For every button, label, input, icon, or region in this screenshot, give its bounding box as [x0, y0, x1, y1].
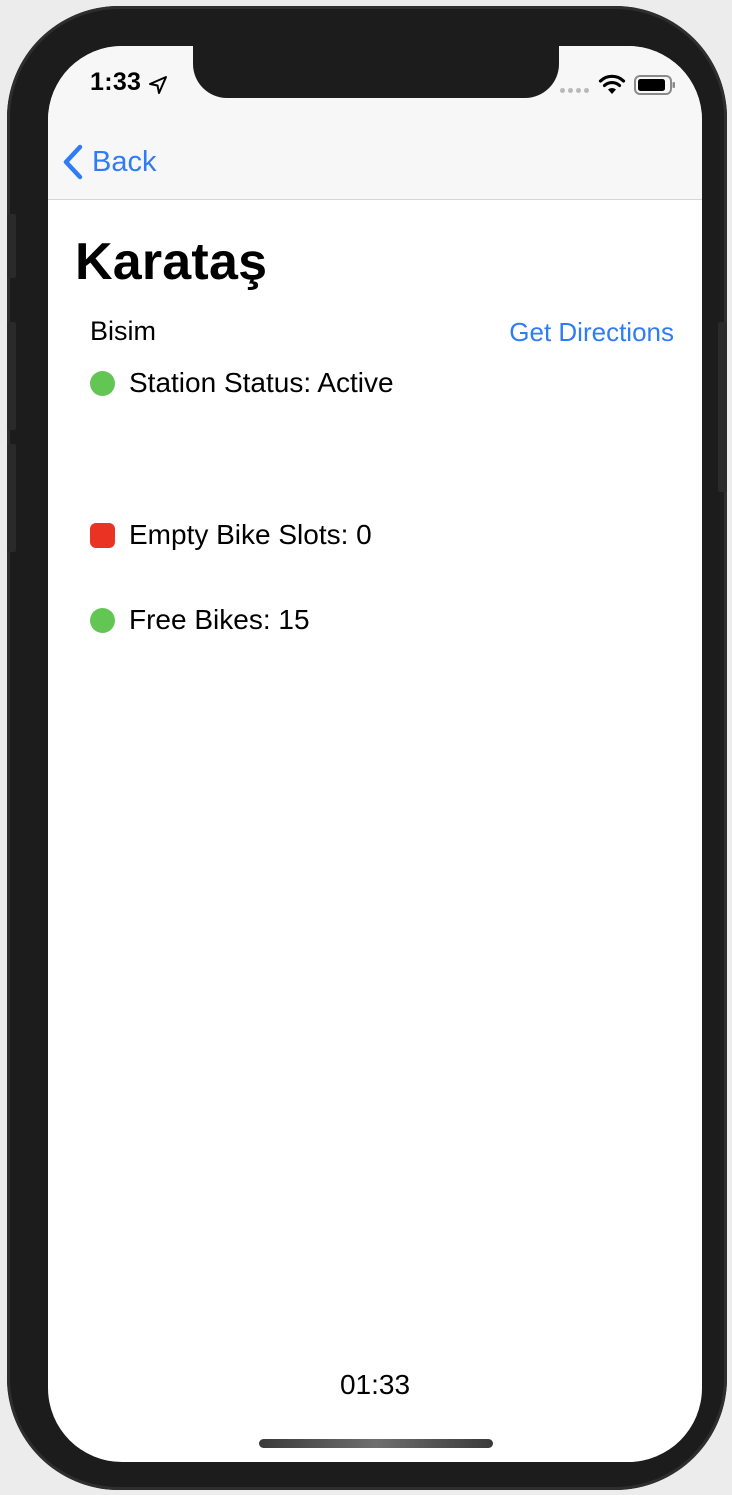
screen: 1:33 Back Karataş Bisim Get Directions S…	[48, 46, 702, 1462]
volume-down-button	[7, 444, 16, 552]
station-status-row: Station Status: Active	[90, 367, 394, 399]
location-arrow-icon	[149, 76, 167, 94]
notch	[193, 46, 559, 98]
status-indicator-green	[90, 607, 115, 633]
free-bikes-label: Free Bikes: 15	[129, 604, 310, 635]
status-indicator-green	[90, 370, 115, 396]
network-name: Bisim	[90, 316, 156, 346]
empty-slots-label: Empty Bike Slots: 0	[129, 519, 372, 550]
back-label: Back	[92, 145, 157, 178]
free-bikes-row: Free Bikes: 15	[90, 604, 310, 636]
empty-slots-row: Empty Bike Slots: 0	[90, 519, 372, 551]
page-title: Karataş	[75, 233, 268, 291]
mute-switch	[7, 214, 16, 278]
status-indicator-red	[90, 522, 115, 548]
power-button	[718, 322, 727, 492]
station-status-label: Station Status: Active	[129, 367, 394, 398]
phone-frame: 1:33 Back Karataş Bisim Get Directions S…	[7, 6, 727, 1490]
signal-dots-icon	[560, 88, 589, 93]
back-button[interactable]: Back	[62, 140, 156, 184]
status-bar-time: 1:33	[90, 68, 142, 96]
home-indicator[interactable]	[259, 1439, 493, 1448]
wifi-icon	[598, 74, 626, 94]
volume-up-button	[7, 322, 16, 430]
get-directions-button[interactable]: Get Directions	[509, 317, 674, 348]
battery-icon	[634, 75, 675, 95]
chevron-left-icon	[63, 144, 83, 180]
footer-time: 01:33	[339, 1369, 411, 1400]
